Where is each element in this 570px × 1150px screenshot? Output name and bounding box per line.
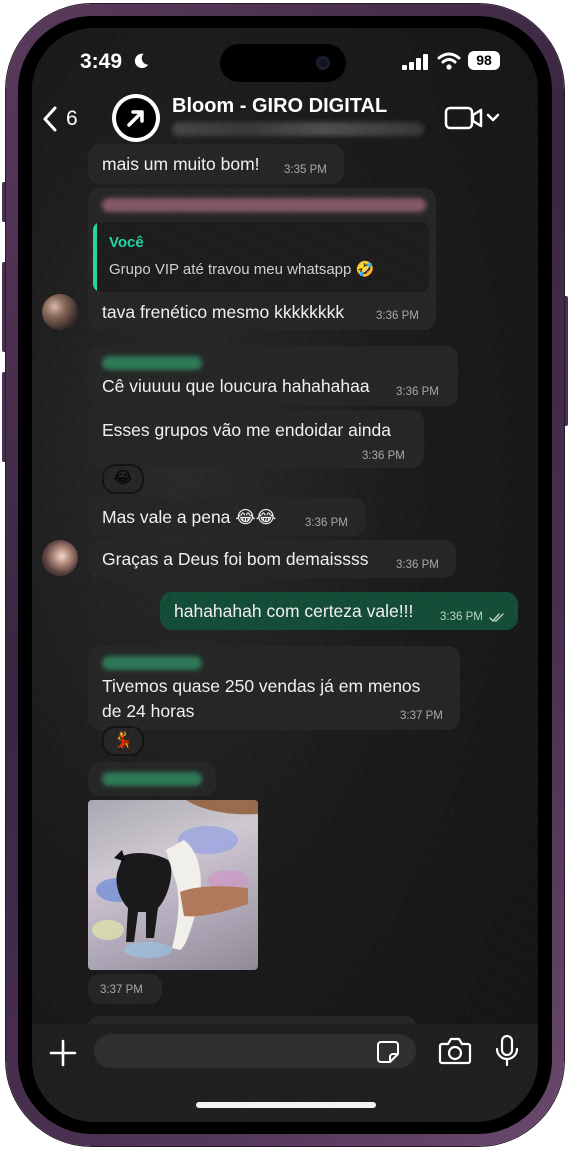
quoted-message[interactable]: Você Grupo VIP até travou meu whatsapp 🤣 xyxy=(93,222,429,292)
microphone-button[interactable] xyxy=(494,1034,520,1068)
unread-count: 6 xyxy=(66,107,78,130)
sender-name-blurred xyxy=(102,772,202,786)
camera-button[interactable] xyxy=(438,1036,472,1066)
video-thumbnail[interactable] xyxy=(88,800,258,970)
message-text: mais um muito bom! xyxy=(102,154,260,174)
whatsapp-chat-screen: 3:49 98 6 Bloom - GIRO DIGITAL mais um m… xyxy=(32,28,538,1122)
message-time: 3:36 PM xyxy=(376,310,419,322)
group-members-blurred[interactable] xyxy=(172,122,424,136)
message-bubble-outgoing[interactable]: hahahahah com certeza vale!!! 3:36 PM xyxy=(160,592,518,630)
video-camera-icon xyxy=(444,106,500,130)
message-time: 3:36 PM xyxy=(440,611,483,623)
message-bubble[interactable]: Mas vale a pena 😂😂 3:36 PM xyxy=(88,498,366,536)
message-bubble[interactable]: Graças a Deus foi bom demaissss 3:36 PM xyxy=(88,540,456,578)
video-frame-image xyxy=(92,800,258,958)
message-bubble[interactable]: mais um muito bom! 3:35 PM xyxy=(88,144,344,184)
battery-indicator: 98 xyxy=(468,51,500,70)
quote-text: Grupo VIP até travou meu whatsapp 🤣 xyxy=(109,261,375,278)
sender-name-blurred xyxy=(102,656,202,670)
sender-name-blurred xyxy=(102,356,202,370)
message-input[interactable] xyxy=(94,1034,416,1068)
front-camera xyxy=(316,56,330,70)
video-call-button[interactable] xyxy=(444,102,504,134)
quote-accent-bar xyxy=(93,222,97,292)
sticker-button[interactable] xyxy=(376,1040,400,1064)
message-time: 3:36 PM xyxy=(396,559,439,571)
message-reaction[interactable]: 💃 xyxy=(102,726,144,756)
quote-author: Você xyxy=(109,234,144,251)
message-text: Graças a Deus foi bom demaissss xyxy=(102,549,369,569)
message-reaction[interactable]: 😂 xyxy=(102,464,144,494)
media-message-footer: 3:37 PM xyxy=(88,974,162,1004)
sender-name-blurred xyxy=(102,198,426,212)
message-text: hahahahah com certeza vale!!! xyxy=(174,601,414,621)
media-message-header xyxy=(88,762,216,796)
message-bubble[interactable]: Esses grupos vão me endoidar ainda 3:36 … xyxy=(88,410,424,468)
group-title[interactable]: Bloom - GIRO DIGITAL xyxy=(172,95,387,118)
chevron-left-icon xyxy=(43,106,57,132)
sticker-icon xyxy=(377,1041,399,1063)
status-time: 3:49 xyxy=(80,50,123,73)
camera-icon xyxy=(438,1037,472,1065)
message-text: tava frenético mesmo kkkkkkkk xyxy=(102,302,345,322)
message-time: 3:36 PM xyxy=(396,386,439,398)
dynamic-island xyxy=(220,44,346,82)
group-avatar[interactable] xyxy=(112,94,160,142)
sender-avatar[interactable] xyxy=(42,294,78,330)
message-bubble[interactable]: Tivemos quase 250 vendas já em menos de … xyxy=(88,646,460,730)
message-time: 3:36 PM xyxy=(362,450,405,462)
signal-icon xyxy=(402,54,428,70)
back-button[interactable]: 6 xyxy=(42,102,78,136)
message-text: Esses grupos vão me endoidar ainda xyxy=(102,420,391,440)
microphone-icon xyxy=(495,1034,519,1067)
sender-avatar[interactable] xyxy=(42,540,78,576)
home-indicator[interactable] xyxy=(196,1102,376,1108)
message-text-line: de 24 horas xyxy=(102,701,195,721)
message-time: 3:37 PM xyxy=(400,710,443,722)
arrow-up-right-icon xyxy=(127,110,144,127)
message-time: 3:36 PM xyxy=(305,517,348,529)
message-text: Mas vale a pena 😂😂 xyxy=(102,507,277,527)
group-logo xyxy=(116,98,156,138)
message-time: 3:37 PM xyxy=(100,984,143,996)
message-text-line: Tivemos quase 250 vendas já em menos xyxy=(102,676,421,696)
chat-header: 6 Bloom - GIRO DIGITAL xyxy=(32,92,538,146)
message-time: 3:35 PM xyxy=(284,164,327,176)
message-text: Cê viuuuu que loucura hahahahaa xyxy=(102,376,370,396)
moon-icon xyxy=(134,53,149,69)
message-bubble[interactable]: Cê viuuuu que loucura hahahahaa 3:36 PM xyxy=(88,346,458,406)
double-check-icon xyxy=(489,613,504,622)
plus-icon xyxy=(49,1039,77,1067)
message-bubble[interactable]: Você Grupo VIP até travou meu whatsapp 🤣… xyxy=(88,188,436,330)
attach-button[interactable] xyxy=(48,1038,78,1068)
message-input-bar xyxy=(32,1024,538,1122)
wifi-icon xyxy=(437,52,461,70)
